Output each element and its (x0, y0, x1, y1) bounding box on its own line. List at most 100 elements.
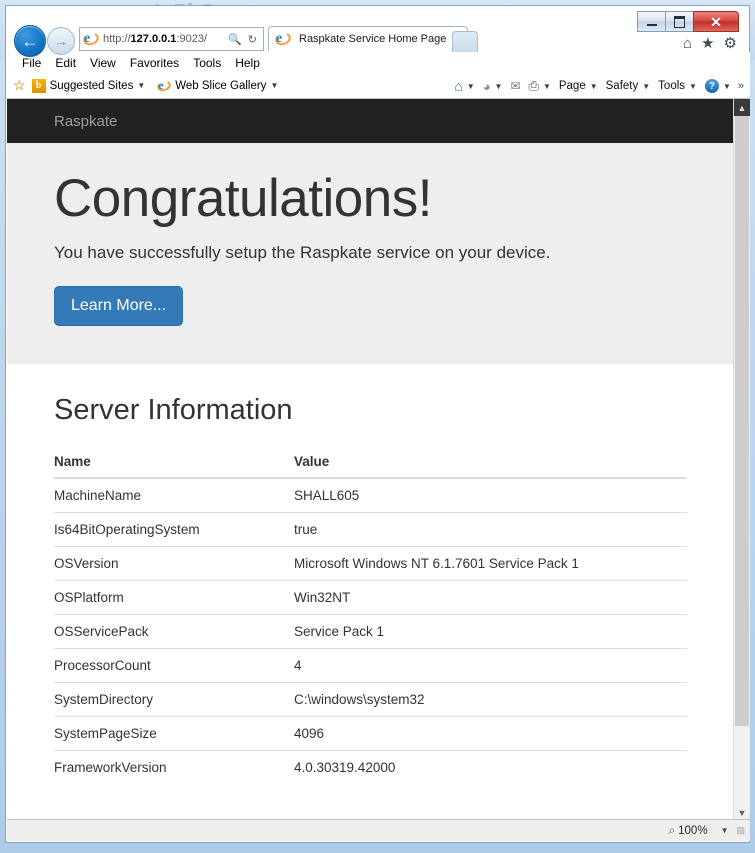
favorites-item-label: Web Slice Gallery (175, 79, 267, 92)
cell-name: Is64BitOperatingSystem (54, 512, 294, 547)
table-header-row: Name Value (54, 446, 687, 480)
cell-value: C:\windows\system32 (294, 682, 687, 717)
command-tools-menu[interactable]: Tools ▼ (655, 78, 700, 94)
cell-name: ProcessorCount (54, 648, 294, 683)
cell-value: Win32NT (294, 580, 687, 615)
forward-arrow-icon: → (54, 33, 68, 49)
chevron-down-icon[interactable]: ▼ (721, 826, 729, 835)
cell-name: SystemDirectory (54, 682, 294, 717)
window-inner-frame: ✕ ← → e http://127.0.0.1:9023/ 🔍 ↻ e Ras… (5, 5, 750, 843)
rss-feed-icon: ◕ (482, 78, 491, 94)
page-scrollbar[interactable]: ▲ ▼ (733, 99, 750, 821)
cell-value: 4 (294, 648, 687, 683)
ie-icon: e (156, 78, 173, 93)
lead-text: You have successfully setup the Raspkate… (54, 242, 551, 262)
cell-name: OSServicePack (54, 614, 294, 649)
bing-icon: b (31, 78, 46, 93)
chevron-down-icon: ▼ (642, 81, 651, 91)
status-bar: ⌕ 100% ▼ ▨ (7, 819, 750, 841)
section-title-server-information: Server Information (54, 394, 293, 427)
help-icon: ? (704, 79, 719, 93)
chevron-down-icon: ▼ (137, 81, 146, 90)
favorites-item-web-slice-gallery[interactable]: e Web Slice Gallery ▼ (156, 78, 279, 93)
browser-window: AaBbCc AaBbC AaBbCcI AaBbCcD AaBbCcI AaB… (0, 0, 755, 853)
search-icon[interactable]: 🔍 (225, 33, 245, 46)
cell-name: SystemPageSize (54, 716, 294, 751)
learn-more-button[interactable]: Learn More... (54, 286, 184, 327)
favorites-star-icon[interactable]: ★ (701, 36, 714, 51)
add-favorite-icon[interactable]: ☆ (13, 77, 26, 94)
resize-grip-icon[interactable]: ▨ (736, 825, 744, 836)
command-safety-menu[interactable]: Safety ▼ (603, 78, 654, 94)
chevron-down-icon: ▼ (466, 81, 475, 91)
zoom-control[interactable]: ⌕ 100% ▼ (668, 823, 728, 838)
command-page-menu[interactable]: Page ▼ (556, 78, 601, 94)
command-overflow-icon[interactable]: » (738, 80, 744, 92)
address-bar[interactable]: e http://127.0.0.1:9023/ 🔍 ↻ (79, 27, 264, 51)
maximize-button[interactable] (665, 11, 694, 32)
content-area: Server Information Name Value MachineNam… (7, 364, 734, 785)
web-page: Raspkate Congratulations! You have succe… (7, 99, 734, 821)
table-row: OSServicePack Service Pack 1 (54, 614, 687, 649)
table-body: MachineName SHALL605 Is64BitOperatingSys… (54, 477, 687, 785)
titlebar-icon-group: ⌂ ★ ⚙ (683, 36, 737, 51)
jumbotron: Congratulations! You have successfully s… (7, 143, 734, 365)
page-title: Congratulations! (54, 169, 432, 228)
command-print-button[interactable]: ⎙ ▼ (526, 76, 554, 96)
chevron-down-icon: ▼ (722, 81, 731, 91)
chevron-down-icon: ▼ (270, 81, 279, 90)
table-row: ProcessorCount 4 (54, 648, 687, 683)
favorites-item-label: Suggested Sites (49, 79, 134, 92)
settings-gear-icon[interactable]: ⚙ (724, 36, 737, 51)
refresh-icon[interactable]: ↻ (245, 33, 260, 46)
table-row: FrameworkVersion 4.0.30319.42000 (54, 750, 687, 785)
chevron-down-icon: ▼ (494, 81, 503, 91)
scrollbar-thumb[interactable] (735, 116, 749, 726)
home-icon[interactable]: ⌂ (683, 36, 692, 51)
cell-name: OSVersion (54, 546, 294, 581)
table-row: SystemPageSize 4096 (54, 716, 687, 751)
favorites-item-suggested-sites[interactable]: b Suggested Sites ▼ (31, 78, 146, 93)
command-label: Safety (605, 80, 639, 92)
table-row: OSVersion Microsoft Windows NT 6.1.7601 … (54, 546, 687, 581)
chevron-down-icon: ▼ (689, 81, 697, 91)
mail-icon: ✉ (510, 79, 521, 93)
ie-favicon-icon: e (81, 30, 101, 48)
command-feeds-button[interactable]: ◕ ▼ (480, 77, 506, 96)
site-navbar: Raspkate (7, 99, 734, 143)
table-head: Name Value (54, 446, 687, 480)
command-bar: ⌂ ▼ ◕ ▼ ✉ ⎙ ▼ Page ▼ Safety ▼ Tools ▼ ? … (451, 73, 744, 99)
printer-icon: ⎙ (528, 78, 539, 93)
forward-button[interactable]: → (47, 27, 75, 55)
chevron-down-icon: ▼ (542, 81, 551, 91)
navbar-brand[interactable]: Raspkate (54, 113, 117, 130)
address-url-text: http://127.0.0.1:9023/ (103, 33, 207, 45)
magnifier-icon: ⌕ (668, 823, 676, 837)
cell-value: Microsoft Windows NT 6.1.7601 Service Pa… (294, 546, 687, 581)
command-label: Page (558, 80, 586, 92)
table-row: Is64BitOperatingSystem true (54, 512, 687, 547)
favorites-bar: ☆ b Suggested Sites ▼ e Web Slice Galler… (7, 73, 750, 99)
cell-value: SHALL605 (294, 477, 687, 513)
close-icon: ✕ (710, 13, 722, 30)
home-icon: ⌂ (454, 78, 463, 94)
cell-name: MachineName (54, 477, 294, 513)
cell-value: 4096 (294, 716, 687, 751)
command-help-menu[interactable]: ? ▼ (702, 77, 734, 95)
command-home-button[interactable]: ⌂ ▼ (451, 76, 477, 96)
cell-value: 4.0.30319.42000 (294, 750, 687, 785)
command-label: Tools (658, 80, 686, 92)
tab-raspkate-service-home-page[interactable]: e Raspkate Service Home Page ✕ (268, 26, 468, 51)
page-viewport: Raspkate Congratulations! You have succe… (7, 99, 750, 821)
command-mail-button[interactable]: ✉ (507, 77, 523, 95)
server-information-table: Name Value MachineName SHALL605 Is64BitO… (54, 446, 687, 785)
close-button[interactable]: ✕ (693, 11, 739, 32)
cell-name: FrameworkVersion (54, 750, 294, 785)
back-button[interactable]: ← (14, 25, 46, 57)
cell-value: Service Pack 1 (294, 614, 687, 649)
minimize-button[interactable] (637, 11, 666, 32)
new-tab-button[interactable] (452, 31, 478, 52)
back-arrow-icon: ← (21, 31, 39, 51)
tab-favicon-icon: e (273, 30, 293, 48)
scroll-up-arrow-icon[interactable]: ▲ (734, 99, 750, 116)
